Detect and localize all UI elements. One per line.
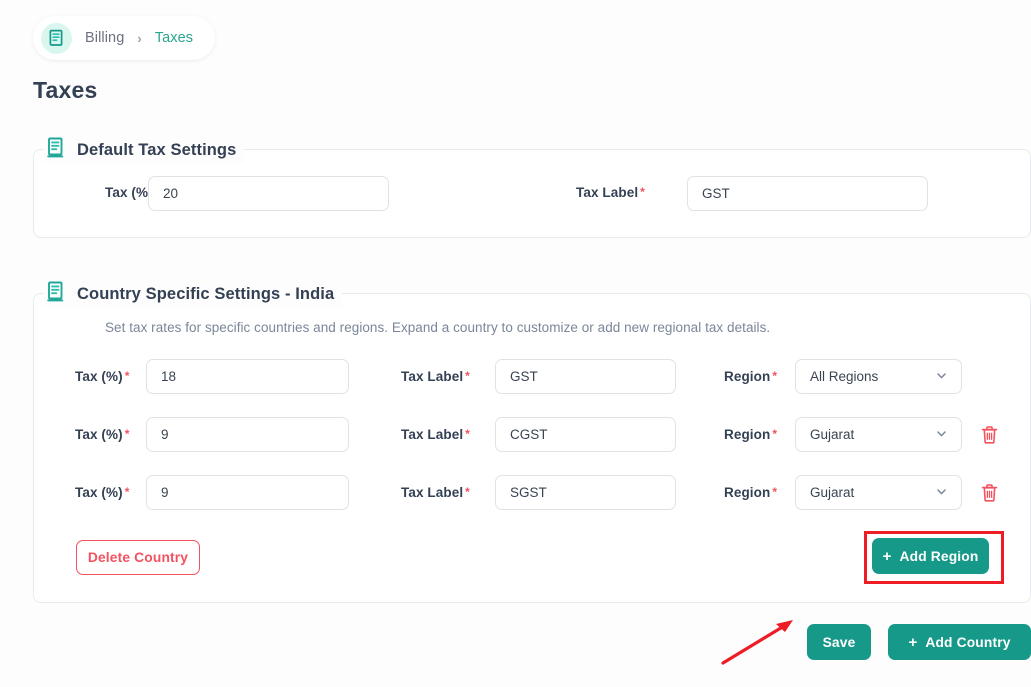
default-tax-settings-title: Default Tax Settings bbox=[77, 140, 237, 159]
plus-icon: + bbox=[882, 547, 892, 565]
breadcrumb-item-billing[interactable]: Billing bbox=[85, 30, 124, 46]
delete-row-button[interactable] bbox=[977, 482, 1001, 506]
default-tax-percent-input[interactable] bbox=[148, 176, 389, 211]
page-title: Taxes bbox=[33, 77, 98, 103]
default-tax-label-label: Tax Label * bbox=[576, 185, 645, 200]
document-list-icon bbox=[47, 137, 66, 163]
required-marker: * bbox=[124, 369, 130, 383]
row-tax-label-input[interactable] bbox=[495, 417, 676, 452]
row-region-label: Region * bbox=[724, 369, 778, 384]
annotation-arrow bbox=[721, 620, 793, 665]
document-list-icon bbox=[47, 281, 66, 307]
required-marker: * bbox=[465, 427, 470, 441]
required-marker: * bbox=[772, 485, 778, 499]
default-tax-settings-card: Default Tax Settings Tax (%)* Tax Label* bbox=[33, 137, 1031, 238]
trash-icon bbox=[980, 483, 999, 506]
row-tax-label-label: Tax Label * bbox=[401, 369, 470, 384]
row-tax-percent-input[interactable] bbox=[146, 359, 349, 394]
delete-row-button[interactable] bbox=[977, 424, 1001, 448]
row-tax-label-label: Tax Label * bbox=[401, 427, 470, 442]
row-tax-percent-label: Tax (%) * bbox=[75, 485, 130, 500]
chevron-down-icon bbox=[935, 485, 948, 501]
required-marker: * bbox=[465, 485, 470, 499]
row-tax-percent-label: Tax (%) * bbox=[75, 427, 130, 442]
save-button[interactable]: Save bbox=[807, 624, 871, 660]
row-region-value: Gujarat bbox=[810, 485, 855, 500]
row-region-select[interactable]: Gujarat bbox=[795, 417, 962, 452]
country-specific-settings-card: Country Specific Settings - India Set ta… bbox=[33, 281, 1031, 603]
breadcrumb: Billing › Taxes bbox=[33, 16, 216, 60]
required-marker: * bbox=[465, 369, 470, 383]
row-tax-label-label: Tax Label * bbox=[401, 485, 470, 500]
add-country-button[interactable]: + Add Country bbox=[888, 624, 1031, 660]
breadcrumb-item-taxes[interactable]: Taxes bbox=[155, 30, 193, 46]
country-settings-description: Set tax rates for specific countries and… bbox=[105, 320, 771, 335]
row-tax-label-input[interactable] bbox=[495, 359, 676, 394]
row-tax-percent-input[interactable] bbox=[146, 475, 349, 510]
add-region-button[interactable]: + Add Region bbox=[872, 538, 989, 574]
add-country-label: Add Country bbox=[925, 634, 1011, 650]
chevron-down-icon bbox=[935, 427, 948, 443]
row-region-value: All Regions bbox=[810, 369, 879, 384]
default-tax-settings-legend: Default Tax Settings bbox=[43, 137, 245, 163]
required-marker: * bbox=[772, 427, 778, 441]
add-region-label: Add Region bbox=[899, 548, 979, 564]
chevron-down-icon bbox=[935, 369, 948, 385]
breadcrumb-document-icon bbox=[41, 22, 72, 54]
taxes-page: Billing › Taxes Taxes Default Tax Settin… bbox=[0, 0, 1031, 687]
required-marker: * bbox=[124, 485, 130, 499]
required-marker: * bbox=[124, 427, 130, 441]
country-specific-settings-legend: Country Specific Settings - India bbox=[43, 281, 343, 307]
breadcrumb-separator-icon: › bbox=[137, 30, 142, 46]
row-region-select[interactable]: Gujarat bbox=[795, 475, 962, 510]
trash-icon bbox=[980, 425, 999, 448]
required-marker: * bbox=[772, 369, 778, 383]
row-tax-label-input[interactable] bbox=[495, 475, 676, 510]
row-region-select[interactable]: All Regions bbox=[795, 359, 962, 394]
row-tax-percent-input[interactable] bbox=[146, 417, 349, 452]
row-region-label: Region * bbox=[724, 427, 778, 442]
row-region-value: Gujarat bbox=[810, 427, 855, 442]
row-region-label: Region * bbox=[724, 485, 778, 500]
delete-country-button[interactable]: Delete Country bbox=[76, 540, 200, 575]
required-marker: * bbox=[640, 185, 645, 199]
country-specific-settings-title: Country Specific Settings - India bbox=[77, 284, 335, 303]
plus-icon: + bbox=[908, 633, 918, 651]
default-tax-label-input[interactable] bbox=[687, 176, 928, 211]
row-tax-percent-label: Tax (%) * bbox=[75, 369, 130, 384]
